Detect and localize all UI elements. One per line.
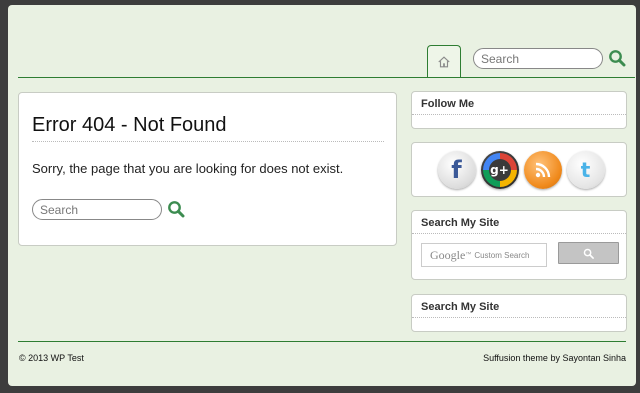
- content-search-button[interactable]: [166, 200, 186, 220]
- content-search-input[interactable]: [32, 199, 162, 220]
- nav-divider: [18, 77, 635, 78]
- custom-search-label: Custom Search: [474, 250, 530, 260]
- search-my-site-widget: Search My Site Google ™ Custom Search: [411, 210, 627, 280]
- google-plus-icon[interactable]: g+: [480, 150, 519, 189]
- widget-title: Follow Me: [412, 92, 626, 115]
- search-icon: [168, 201, 185, 218]
- google-custom-search-input[interactable]: Google ™ Custom Search: [421, 243, 547, 267]
- widget-title: Search My Site: [412, 295, 626, 318]
- search-my-site-widget-2: Search My Site: [411, 294, 627, 332]
- rss-icon[interactable]: [523, 150, 562, 189]
- follow-me-widget: Follow Me: [411, 91, 627, 129]
- header-search-input[interactable]: [473, 48, 603, 69]
- search-icon: [583, 248, 594, 259]
- home-tab[interactable]: [427, 45, 461, 78]
- search-icon: [609, 50, 626, 67]
- twitter-icon[interactable]: t: [566, 150, 605, 189]
- home-icon: [438, 56, 450, 68]
- google-logo-text: Google: [430, 247, 466, 262]
- header-search-button[interactable]: [607, 49, 627, 69]
- social-icons-widget: f g+ t: [411, 142, 627, 197]
- facebook-icon[interactable]: f: [437, 150, 476, 189]
- error-message: Sorry, the page that you are looking for…: [32, 161, 344, 176]
- google-tm: ™: [465, 252, 472, 258]
- footer-divider: [18, 341, 626, 342]
- page: Error 404 - Not Found Sorry, the page th…: [8, 5, 636, 386]
- google-search-button[interactable]: [558, 242, 619, 264]
- copyright-text: © 2013 WP Test: [19, 353, 84, 363]
- widget-title: Search My Site: [412, 211, 626, 234]
- theme-credit[interactable]: Suffusion theme by Sayontan Sinha: [483, 353, 626, 363]
- page-title: Error 404 - Not Found: [32, 114, 384, 142]
- content-box: Error 404 - Not Found Sorry, the page th…: [18, 92, 397, 246]
